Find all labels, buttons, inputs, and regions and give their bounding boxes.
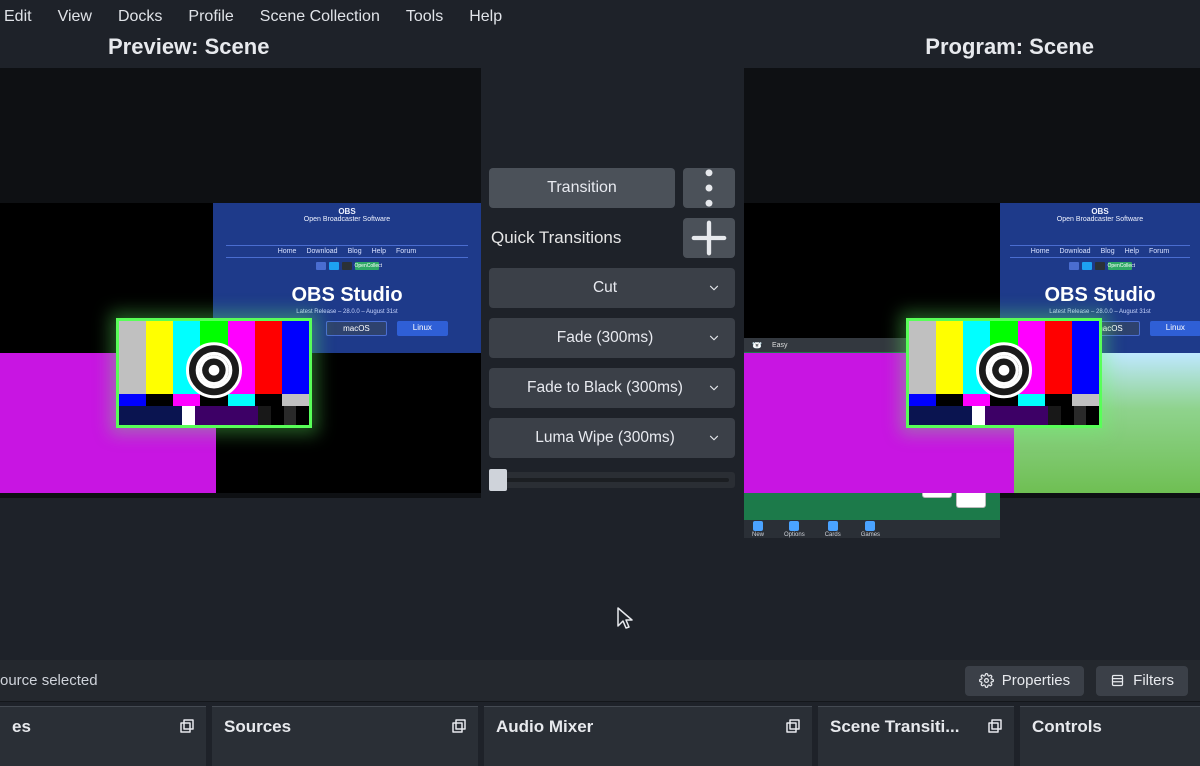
- popout-icon[interactable]: [986, 717, 1004, 735]
- menu-edit[interactable]: Edit: [4, 8, 32, 26]
- cursor-icon: [616, 606, 634, 630]
- dock-controls-title: Controls: [1032, 717, 1102, 737]
- menu-docks[interactable]: Docks: [118, 8, 162, 26]
- quick-transition-cut[interactable]: Cut: [489, 268, 735, 308]
- chevron-down-icon: [707, 281, 721, 295]
- obs-download-row: macOS Linux: [326, 321, 448, 336]
- menu-tools[interactable]: Tools: [406, 8, 443, 26]
- dock-sources[interactable]: Sources: [212, 706, 478, 766]
- program-testcard-icon: [906, 318, 1102, 428]
- dock-scene-transitions[interactable]: Scene Transiti...: [818, 706, 1014, 766]
- filters-button[interactable]: Filters: [1096, 666, 1188, 696]
- transition-settings-button[interactable]: [683, 168, 735, 208]
- preview-title: Preview: Scene: [108, 34, 269, 60]
- popout-icon[interactable]: [450, 717, 468, 735]
- no-source-selected-label: ource selected: [0, 672, 98, 689]
- t-bar-handle[interactable]: [489, 469, 507, 491]
- dock-scenes[interactable]: es: [0, 706, 206, 766]
- quick-transition-fade-to-black[interactable]: Fade to Black (300ms): [489, 368, 735, 408]
- menu-view[interactable]: View: [58, 8, 92, 26]
- obs-subhero: Latest Release – 28.0.0 – August 31st: [296, 309, 397, 315]
- dock-controls[interactable]: Controls: [1020, 706, 1200, 766]
- dock-transitions-title: Scene Transiti...: [830, 717, 959, 737]
- gear-icon: [979, 673, 994, 688]
- dock-audio-title: Audio Mixer: [496, 717, 593, 737]
- menubar: Edit View Docks Profile Scene Collection…: [0, 0, 1200, 34]
- filters-label: Filters: [1133, 672, 1174, 689]
- obs-badges: OpenCollect: [316, 262, 379, 270]
- menu-scene-collection[interactable]: Scene Collection: [260, 8, 380, 26]
- obs-nav: HomeDownload BlogHelp Forum: [226, 245, 467, 258]
- dock-audio-mixer[interactable]: Audio Mixer: [484, 706, 812, 766]
- program-viewport[interactable]: 🐻‍❄️ Easy Score 0 0:00: [744, 68, 1200, 498]
- more-vertical-icon: [683, 162, 735, 214]
- popout-icon[interactable]: [784, 717, 802, 735]
- popout-icon[interactable]: [178, 717, 196, 735]
- quick-transitions-label: Quick Transitions: [489, 224, 675, 252]
- quick-transition-fade[interactable]: Fade (300ms): [489, 318, 735, 358]
- menu-help[interactable]: Help: [469, 8, 502, 26]
- plus-icon: [683, 212, 735, 264]
- transition-button[interactable]: Transition: [489, 168, 675, 208]
- quick-transition-luma-wipe[interactable]: Luma Wipe (300ms): [489, 418, 735, 458]
- download-macos: macOS: [326, 321, 387, 336]
- sol-toolbar: New Options Cards Games: [744, 520, 1000, 538]
- preview-testcard-icon: [116, 318, 312, 428]
- chevron-down-icon: [707, 331, 721, 345]
- properties-button[interactable]: Properties: [965, 666, 1084, 696]
- obs-small-sub: Open Broadcaster Software: [304, 216, 390, 223]
- properties-label: Properties: [1002, 672, 1070, 689]
- download-linux: Linux: [397, 321, 448, 336]
- obs-logo-icon: [976, 342, 1032, 398]
- add-quick-transition-button[interactable]: [683, 218, 735, 258]
- dock-scenes-title: es: [12, 717, 31, 737]
- chevron-down-icon: [707, 381, 721, 395]
- obs-logo-icon: [186, 342, 242, 398]
- chevron-down-icon: [707, 431, 721, 445]
- sol-level: Easy: [772, 342, 788, 349]
- preview-viewport[interactable]: OBS Open Broadcaster Software HomeDownlo…: [0, 68, 481, 498]
- stage-titles: Preview: Scene Program: Scene: [0, 34, 1200, 68]
- obs-hero: OBS Studio: [291, 284, 402, 307]
- dock-sources-title: Sources: [224, 717, 291, 737]
- source-context-toolbar: ource selected Properties Filters: [0, 660, 1200, 702]
- bear-icon: 🐻‍❄️: [752, 341, 762, 350]
- filters-icon: [1110, 673, 1125, 688]
- program-title: Program: Scene: [925, 34, 1094, 60]
- t-bar-slider[interactable]: [489, 472, 735, 488]
- stage: OBS Open Broadcaster Software HomeDownlo…: [0, 68, 1200, 656]
- transition-controls: Transition Quick Transitions Cut Fade (3…: [489, 168, 735, 488]
- menu-profile[interactable]: Profile: [188, 8, 233, 26]
- dock-row: es Sources Audio Mixer Scene Transiti...…: [0, 706, 1200, 766]
- obs-small-title: OBS: [304, 207, 390, 216]
